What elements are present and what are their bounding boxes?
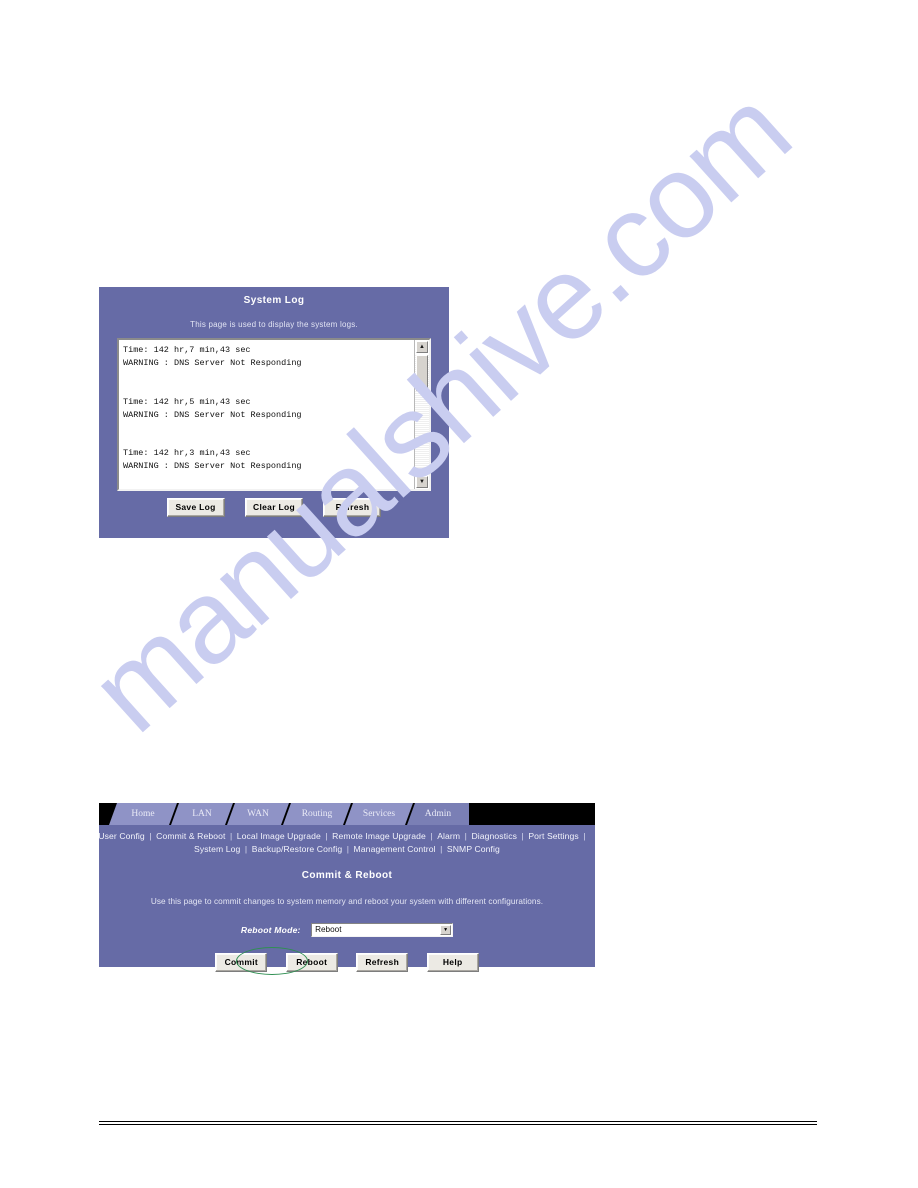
- system-log-panel: System Log This page is used to display …: [99, 287, 449, 538]
- system-log-button-row: Save Log Clear Log Refresh: [99, 497, 449, 517]
- tab-wan[interactable]: WAN: [227, 803, 289, 825]
- admin-subnav-row-1: User Config | Commit & Reboot | Local Im…: [91, 830, 595, 843]
- tab-services[interactable]: Services: [345, 803, 413, 825]
- reboot-button[interactable]: Reboot: [285, 953, 338, 972]
- help-button[interactable]: Help: [426, 953, 479, 972]
- subnav-item-local-image-upgrade[interactable]: Local Image Upgrade: [237, 831, 321, 841]
- refresh-button[interactable]: Refresh: [356, 953, 409, 972]
- subnav-separator: |: [427, 831, 436, 841]
- subnav-item-user-config[interactable]: User Config: [98, 831, 144, 841]
- clear-log-button[interactable]: Clear Log: [245, 498, 303, 517]
- commit-and-reboot-panel: Home LAN WAN Routing Services Admin User Conf…: [98, 803, 595, 975]
- subnav-separator: |: [227, 831, 235, 841]
- footer-rule-bottom: [99, 1124, 817, 1125]
- subnav-item-commit-reboot[interactable]: Commit & Reboot: [156, 831, 225, 841]
- subnav-separator: |: [344, 844, 352, 854]
- subnav-item-diagnostics[interactable]: Diagnostics: [471, 831, 517, 841]
- subnav-separator: |: [462, 831, 470, 841]
- tab-lan[interactable]: LAN: [171, 803, 233, 825]
- subnav-item-snmp-config[interactable]: SNMP Config: [447, 844, 500, 854]
- admin-subnav-row-2: System Log | Backup/Restore Config | Man…: [99, 843, 595, 856]
- subnav-item-alarm[interactable]: Alarm: [437, 831, 460, 841]
- save-log-button[interactable]: Save Log: [166, 498, 225, 517]
- system-log-textarea[interactable]: Time: 142 hr,7 min,43 sec WARNING : DNS …: [117, 338, 431, 491]
- subnav-separator: |: [519, 831, 527, 841]
- tab-admin[interactable]: Admin: [407, 803, 469, 825]
- footer-divider: [99, 1121, 817, 1125]
- page-watermark: manualshive.com: [0, 0, 918, 1188]
- reboot-mode-value: Reboot: [315, 924, 342, 934]
- subnav-separator: |: [146, 831, 155, 841]
- refresh-log-button[interactable]: Refresh: [323, 498, 382, 517]
- admin-subnav: User Config | Commit & Reboot | Local Im…: [98, 825, 595, 856]
- scroll-up-arrow-icon[interactable]: ▲: [416, 341, 428, 353]
- reboot-mode-label: Reboot Mode:: [240, 924, 301, 935]
- subnav-item-system-log[interactable]: System Log: [194, 844, 240, 854]
- main-tab-strip: Home LAN WAN Routing Services Admin: [99, 803, 595, 825]
- tab-routing[interactable]: Routing: [283, 803, 351, 825]
- subnav-item-remote-image-upgrade[interactable]: Remote Image Upgrade: [332, 831, 426, 841]
- commit-reboot-description: Use this page to commit changes to syste…: [150, 897, 544, 906]
- chevron-down-icon[interactable]: ▼: [440, 924, 452, 935]
- commit-reboot-button-row: Commit Reboot Refresh Help: [99, 947, 595, 975]
- system-log-content: Time: 142 hr,7 min,43 sec WARNING : DNS …: [123, 345, 302, 472]
- system-log-scrollbar[interactable]: ▲ ▼: [414, 340, 429, 489]
- subnav-separator: |: [437, 844, 445, 854]
- commit-button[interactable]: Commit: [215, 953, 268, 972]
- subnav-separator: |: [580, 831, 586, 841]
- system-log-description: This page is used to display the system …: [190, 320, 358, 329]
- reboot-mode-select[interactable]: Reboot ▼: [311, 922, 454, 937]
- system-log-title: System Log: [243, 295, 305, 306]
- tab-home[interactable]: Home: [109, 803, 177, 825]
- scroll-down-arrow-icon[interactable]: ▼: [416, 476, 428, 488]
- subnav-item-port-settings[interactable]: Port Settings: [528, 831, 579, 841]
- subnav-separator: |: [242, 844, 250, 854]
- subnav-item-management-control[interactable]: Management Control: [354, 844, 436, 854]
- commit-reboot-title: Commit & Reboot: [301, 870, 393, 881]
- scrollbar-thumb[interactable]: [416, 355, 428, 391]
- reboot-mode-row: Reboot Mode: Reboot ▼: [99, 921, 595, 939]
- subnav-separator: |: [322, 831, 331, 841]
- subnav-item-backup-restore-config[interactable]: Backup/Restore Config: [252, 844, 342, 854]
